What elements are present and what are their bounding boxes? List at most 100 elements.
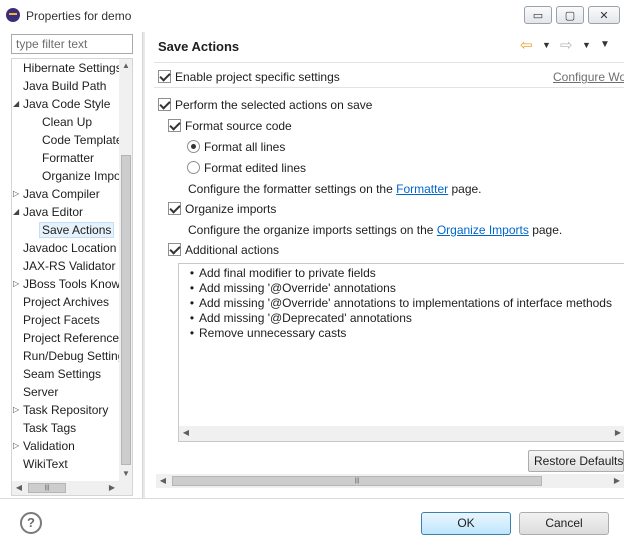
page-horizontal-thumb[interactable]: ||| [172, 476, 542, 486]
format-edited-label: Format edited lines [204, 161, 307, 175]
tree-item[interactable]: Hibernate Settings [23, 59, 120, 77]
tree-item-label: Java Build Path [23, 79, 107, 93]
scroll-right-icon[interactable]: ▶ [610, 474, 624, 488]
additional-actions-checkbox[interactable] [168, 243, 181, 257]
tree-item-label: Validation [23, 439, 75, 453]
scroll-left-icon[interactable]: ◀ [179, 426, 193, 440]
expand-arrow-icon[interactable]: ▷ [13, 185, 21, 203]
expand-arrow-icon[interactable]: ▷ [13, 275, 21, 293]
minimize-icon: ▭ [532, 9, 544, 22]
page-title: Save Actions [158, 39, 240, 54]
tree-item[interactable]: Seam Settings [23, 365, 101, 383]
tree-item-label: Save Actions [39, 222, 115, 238]
tree-item-label: Code Templates [42, 133, 120, 147]
tree-item[interactable]: Run/Debug Settings [23, 347, 120, 365]
tree-item[interactable]: ◢ Java Editor [13, 203, 84, 221]
tree-item[interactable]: Java Build Path [23, 77, 106, 95]
view-menu-icon[interactable]: ▼ [600, 39, 610, 50]
scroll-up-icon[interactable]: ▲ [119, 59, 132, 73]
tree-item-label: Task Tags [23, 421, 77, 435]
ok-button[interactable]: OK [421, 512, 511, 535]
tree-items: Hibernate Settings Java Build Path ◢ Java C… [12, 59, 120, 481]
organize-imports-checkbox[interactable] [168, 202, 181, 216]
back-dropdown-icon[interactable]: ▼ [542, 40, 551, 50]
format-edited-row[interactable]: Format edited lines [187, 159, 306, 177]
enable-project-specific-row[interactable]: Enable project specific settings [158, 68, 340, 86]
tree-item[interactable]: Task Tags [23, 419, 76, 437]
formatter-info: Configure the formatter settings on the … [188, 180, 482, 198]
tree-item[interactable]: Server [23, 383, 58, 401]
tree-item[interactable]: Project References [23, 329, 120, 347]
tree-item-label: Javadoc Location [23, 241, 117, 255]
format-all-radio[interactable] [187, 140, 200, 154]
tree-item-label: JBoss Tools Knowledge [23, 277, 120, 291]
tree-vertical-thumb[interactable] [121, 155, 131, 465]
tree-vertical-scrollbar[interactable]: ▲ ▼ [119, 59, 132, 481]
tree-item[interactable]: JAX-RS Validator [23, 257, 115, 275]
tree-item[interactable]: Javadoc Location [23, 239, 116, 257]
tree-item[interactable]: ◢ Java Code Style [13, 95, 110, 113]
enable-project-specific-checkbox[interactable] [158, 70, 171, 84]
format-source-row[interactable]: Format source code [168, 117, 292, 135]
scroll-left-icon[interactable]: ◀ [12, 481, 26, 495]
tree-item[interactable]: ▷ Java Compiler [13, 185, 100, 203]
scroll-left-icon[interactable]: ◀ [156, 474, 170, 488]
maximize-button[interactable]: ▢ [556, 6, 584, 24]
action-list-item: Remove unnecessary casts [185, 326, 624, 341]
tree-item[interactable]: Formatter [42, 149, 94, 167]
formatter-info-text: Configure the formatter settings on the [188, 182, 397, 196]
tree-item[interactable]: ▷ Validation [13, 437, 75, 455]
configure-workspace-link[interactable]: Configure Workspace Settings... [553, 70, 624, 84]
tree-item[interactable]: Code Templates [42, 131, 120, 149]
tree-item-label: Java Compiler [23, 187, 100, 201]
tree-item[interactable]: Project Facets [23, 311, 100, 329]
tree-item[interactable]: Clean Up [42, 113, 92, 131]
tree-item[interactable]: Save Actions [39, 221, 115, 239]
organize-imports-info: Configure the organize imports settings … [188, 221, 562, 239]
restore-defaults-button[interactable]: Restore Defaults [528, 450, 624, 472]
format-source-checkbox[interactable] [168, 119, 181, 133]
dialog-button-bar: ? OK Cancel [0, 498, 624, 552]
pane-divider[interactable] [142, 32, 145, 498]
format-edited-radio[interactable] [187, 161, 200, 175]
scroll-right-icon[interactable]: ▶ [105, 481, 119, 495]
organize-imports-link[interactable]: Organize Imports [437, 223, 529, 237]
page-horizontal-scrollbar[interactable]: ◀ ||| ▶ [156, 474, 624, 488]
tree-item-label: Organize Imports [42, 169, 120, 183]
collapse-arrow-icon[interactable]: ◢ [13, 95, 21, 113]
tree-item-label: Java Editor [23, 205, 84, 219]
collapse-arrow-icon[interactable]: ◢ [13, 203, 21, 221]
enable-project-specific-label: Enable project specific settings [175, 70, 340, 84]
additional-actions-row[interactable]: Additional actions [168, 241, 279, 259]
organize-imports-row[interactable]: Organize imports [168, 200, 276, 218]
scroll-right-icon[interactable]: ▶ [611, 426, 624, 440]
tree-item[interactable]: WikiText [23, 455, 68, 473]
actions-horizontal-scrollbar[interactable]: ◀ ▶ [179, 426, 624, 441]
close-button[interactable]: ✕ [588, 6, 620, 24]
tree-item[interactable]: Organize Imports [42, 167, 120, 185]
tree-item-label: Clean Up [42, 115, 93, 129]
tree-item[interactable]: ▷ Task Repository [13, 401, 108, 419]
tree-horizontal-scrollbar[interactable]: ◀ ||| ▶ [12, 481, 132, 495]
perform-on-save-checkbox[interactable] [158, 98, 171, 112]
tree-item[interactable]: ▷JBoss Tools Knowledge [13, 275, 120, 293]
filter-input[interactable] [11, 34, 133, 54]
expand-arrow-icon[interactable]: ▷ [13, 401, 21, 419]
tree-item[interactable]: Project Archives [23, 293, 109, 311]
additional-actions-list[interactable]: Add final modifier to private fieldsAdd … [178, 263, 624, 442]
forward-arrow-icon[interactable]: ⇨ [560, 36, 573, 54]
right-pane: Save Actions ⇦ ▼ ⇨ ▼ ▼ Enable project sp… [146, 32, 624, 498]
back-arrow-icon[interactable]: ⇦ [520, 36, 533, 54]
format-all-row[interactable]: Format all lines [187, 138, 285, 156]
help-icon[interactable]: ? [20, 512, 42, 534]
properties-tree: Hibernate Settings Java Build Path ◢ Java C… [11, 58, 133, 496]
scroll-down-icon[interactable]: ▼ [119, 467, 132, 481]
tree-horizontal-thumb[interactable]: ||| [28, 483, 66, 493]
expand-arrow-icon[interactable]: ▷ [13, 437, 21, 455]
formatter-link[interactable]: Formatter [396, 182, 448, 196]
cancel-button[interactable]: Cancel [519, 512, 609, 535]
tree-item-label: Hibernate Settings [23, 61, 120, 75]
forward-dropdown-icon[interactable]: ▼ [582, 40, 591, 50]
minimize-button[interactable]: ▭ [524, 6, 552, 24]
perform-on-save-row[interactable]: Perform the selected actions on save [158, 96, 372, 114]
